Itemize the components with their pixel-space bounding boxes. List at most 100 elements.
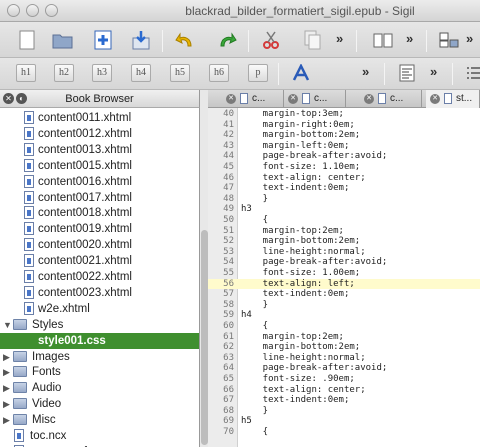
collapsed-triangle-icon[interactable]: ▶ xyxy=(3,349,10,365)
code-line[interactable]: 69 h5 xyxy=(208,416,480,427)
code-line[interactable]: 47 text-indent:0em; xyxy=(208,183,480,194)
collapsed-triangle-icon[interactable]: ▶ xyxy=(3,364,10,380)
close-tab-icon[interactable]: ✕ xyxy=(288,94,298,104)
code-line[interactable]: 62 margin-bottom:2em; xyxy=(208,342,480,353)
tab-content-1[interactable]: ✕ c... xyxy=(222,90,284,108)
file-item[interactable]: toc.ncx xyxy=(0,428,199,444)
code-text: margin-top:2em; xyxy=(241,331,344,342)
folder-item[interactable]: ▶ Video xyxy=(0,396,199,412)
code-line[interactable]: 64 page-break-after:avoid; xyxy=(208,363,480,374)
code-line[interactable]: 58 } xyxy=(208,300,480,311)
code-line[interactable]: 44 page-break-after:avoid; xyxy=(208,151,480,162)
cut-button[interactable] xyxy=(260,29,282,51)
tab-content-2[interactable]: ✕ c... xyxy=(284,90,346,108)
code-line[interactable]: 70 { xyxy=(208,427,480,438)
toolbar-overflow-button[interactable]: » xyxy=(362,64,369,79)
heading-h5-button[interactable]: h5 xyxy=(170,64,190,82)
save-button[interactable] xyxy=(130,29,152,51)
file-item[interactable]: content0012.xhtml xyxy=(0,126,199,142)
align-button[interactable] xyxy=(396,62,418,84)
copy-button[interactable] xyxy=(302,29,324,51)
file-item[interactable]: w2e.xhtml xyxy=(0,301,199,317)
file-item[interactable]: content0016.xhtml xyxy=(0,174,199,190)
collapsed-triangle-icon[interactable]: ▶ xyxy=(3,412,10,428)
code-line[interactable]: 45 font-size: 1.10em; xyxy=(208,162,480,173)
code-line[interactable]: 53 line-height:normal; xyxy=(208,247,480,258)
code-line[interactable]: 43 margin-left:0em; xyxy=(208,141,480,152)
toolbar-overflow-button[interactable]: » xyxy=(466,31,473,46)
book-browser-scrollbar[interactable] xyxy=(201,230,208,445)
new-file-button[interactable] xyxy=(16,29,38,51)
undo-button[interactable] xyxy=(174,29,196,51)
book-view-button[interactable] xyxy=(372,29,394,51)
code-line[interactable]: 40 margin-top:3em; xyxy=(208,109,480,120)
code-line[interactable]: 66 text-align: center; xyxy=(208,385,480,396)
folder-item[interactable]: ▶ Fonts xyxy=(0,364,199,380)
open-button[interactable] xyxy=(52,29,74,51)
split-view-button[interactable] xyxy=(438,29,460,51)
folder-item[interactable]: ▶ Audio xyxy=(0,380,199,396)
expanded-triangle-icon[interactable]: ▼ xyxy=(3,317,12,333)
code-line[interactable]: 46 text-align: center; xyxy=(208,173,480,184)
heading-h6-button[interactable]: h6 xyxy=(209,64,229,82)
folder-item[interactable]: ▼ Styles xyxy=(0,317,199,333)
toolbar-overflow-button[interactable]: » xyxy=(406,31,413,46)
code-line[interactable]: 41 margin-right:0em; xyxy=(208,120,480,131)
line-number: 56 xyxy=(223,278,234,289)
close-tab-icon[interactable]: ✕ xyxy=(364,94,374,104)
file-item[interactable]: content0011.xhtml xyxy=(0,110,199,126)
folder-item[interactable]: ▶ Images xyxy=(0,349,199,365)
code-line[interactable]: 60 { xyxy=(208,321,480,332)
heading-h3-button[interactable]: h3 xyxy=(92,64,112,82)
code-line[interactable]: 63 line-height:normal; xyxy=(208,353,480,364)
file-item[interactable]: content0023.xhtml xyxy=(0,285,199,301)
file-item[interactable]: style001.css xyxy=(0,332,199,349)
close-tab-icon[interactable]: ✕ xyxy=(430,94,440,104)
code-line[interactable]: 52 margin-bottom:2em; xyxy=(208,236,480,247)
redo-button[interactable] xyxy=(216,29,238,51)
item-label: Images xyxy=(32,350,70,363)
tab-style[interactable]: ✕ st... xyxy=(426,90,480,108)
code-line[interactable]: 51 margin-top:2em; xyxy=(208,226,480,237)
toolbar-overflow-button[interactable]: » xyxy=(430,64,437,79)
heading-h2-button[interactable]: h2 xyxy=(54,64,74,82)
text-style-button[interactable] xyxy=(290,62,312,84)
file-item[interactable]: content0019.xhtml xyxy=(0,221,199,237)
paragraph-button[interactable]: p xyxy=(248,64,268,82)
code-editor[interactable]: 40 margin-top:3em; 41 margin-right:0em; 42… xyxy=(208,108,480,447)
folder-item[interactable]: ▶ Misc xyxy=(0,412,199,428)
code-line[interactable]: 68 } xyxy=(208,406,480,417)
toolbar-overflow-button[interactable]: » xyxy=(336,31,343,46)
file-item[interactable]: content0020.xhtml xyxy=(0,237,199,253)
tab-content-3[interactable]: ✕ c... xyxy=(360,90,422,108)
file-item[interactable]: content0018.xhtml xyxy=(0,205,199,221)
code-line[interactable]: 48 } xyxy=(208,194,480,205)
item-label: w2e.xhtml xyxy=(38,302,90,315)
close-tab-icon[interactable]: ✕ xyxy=(226,94,236,104)
heading-h4-button[interactable]: h4 xyxy=(131,64,151,82)
file-item[interactable]: content0013.xhtml xyxy=(0,142,199,158)
book-browser-tree[interactable]: content0011.xhtml content0012.xhtml conten… xyxy=(0,108,200,447)
add-file-button[interactable] xyxy=(92,29,114,51)
line-number: 63 xyxy=(223,352,234,363)
file-item[interactable]: content0022.xhtml xyxy=(0,269,199,285)
heading-h1-button[interactable]: h1 xyxy=(16,64,36,82)
code-line[interactable]: 42 margin-bottom:2em; xyxy=(208,130,480,141)
file-item[interactable]: content0015.xhtml xyxy=(0,158,199,174)
code-line[interactable]: 55 font-size: 1.00em; xyxy=(208,268,480,279)
file-item[interactable]: content0021.xhtml xyxy=(0,253,199,269)
file-item[interactable]: content0017.xhtml xyxy=(0,190,199,206)
code-line[interactable]: 49 h3 xyxy=(208,204,480,215)
code-line[interactable]: 56 text-align: left; xyxy=(208,278,480,290)
code-line[interactable]: 65 font-size: .90em; xyxy=(208,374,480,385)
code-line[interactable]: 67 text-indent:0em; xyxy=(208,395,480,406)
code-line[interactable]: 57 text-indent:0em; xyxy=(208,289,480,300)
code-text: page-break-after:avoid; xyxy=(241,363,388,374)
code-line[interactable]: 54 page-break-after:avoid; xyxy=(208,257,480,268)
code-line[interactable]: 61 margin-top:2em; xyxy=(208,332,480,343)
collapsed-triangle-icon[interactable]: ▶ xyxy=(3,380,10,396)
code-line[interactable]: 50 { xyxy=(208,215,480,226)
list-button[interactable] xyxy=(462,62,480,84)
collapsed-triangle-icon[interactable]: ▶ xyxy=(3,396,10,412)
code-line[interactable]: 59 h4 xyxy=(208,310,480,321)
